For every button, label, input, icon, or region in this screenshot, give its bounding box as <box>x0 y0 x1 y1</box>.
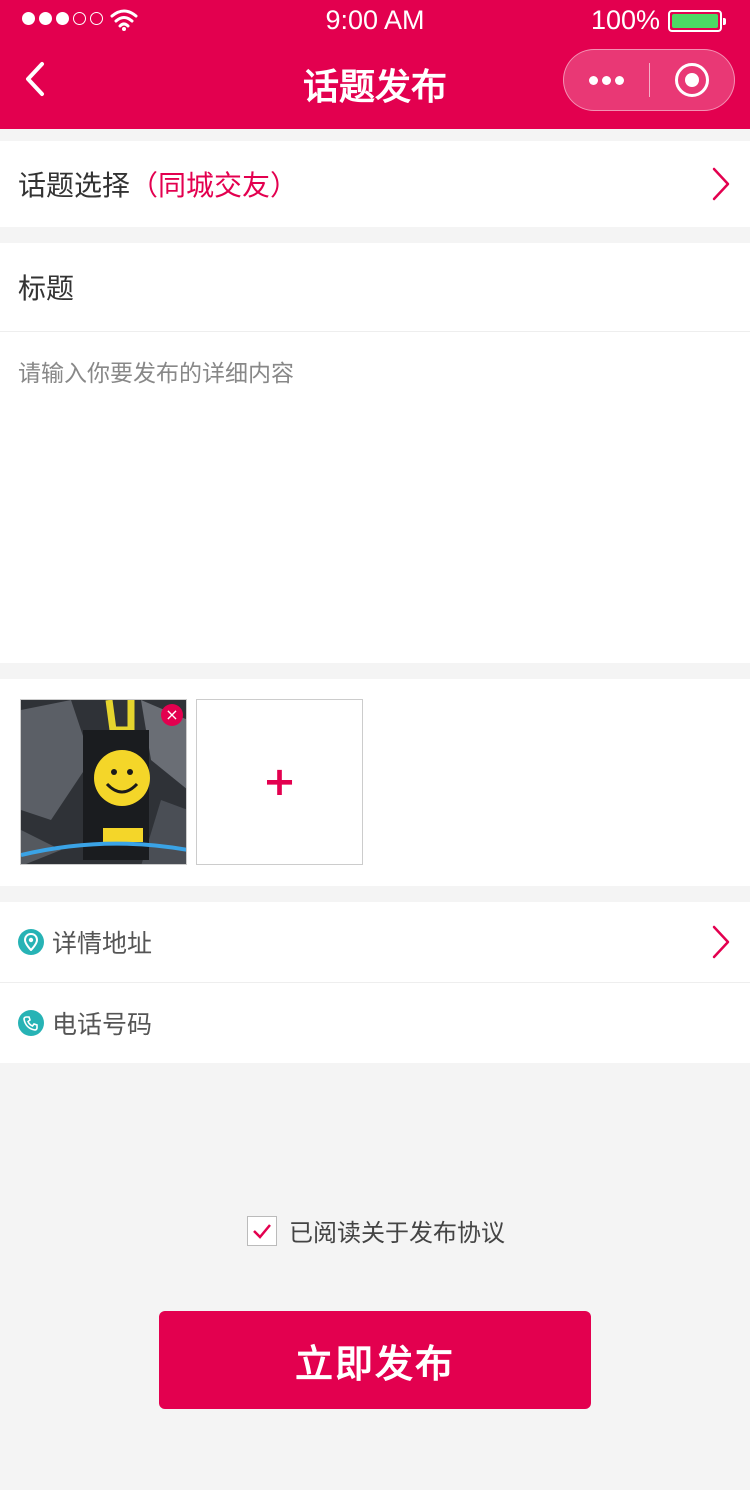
add-photo-button[interactable]: + <box>196 699 363 865</box>
battery-level <box>672 14 718 28</box>
status-bar: 9:00 AM 100% <box>0 0 750 40</box>
address-label: 详情地址 <box>52 929 153 958</box>
agreement-row: 已阅读关于发布协议 <box>247 1213 505 1248</box>
checkmark-icon <box>253 1223 271 1239</box>
photo-upload-card: + <box>0 679 750 886</box>
selected-topic: （同城交友） <box>130 169 299 202</box>
remove-photo-icon[interactable]: × <box>161 704 183 726</box>
chevron-right-icon <box>712 925 730 959</box>
close-mini-program-icon[interactable] <box>650 50 734 110</box>
content-textarea[interactable]: 请输入你要发布的详细内容 <box>0 332 750 410</box>
chevron-right-icon <box>712 167 730 201</box>
contact-info-card: 详情地址 电话号码 <box>0 902 750 1063</box>
topic-label: 话题选择 <box>18 169 131 202</box>
uploaded-photo-thumbnail[interactable] <box>20 699 187 865</box>
address-row[interactable]: 详情地址 <box>0 902 750 982</box>
phone-row[interactable]: 电话号码 <box>0 982 750 1062</box>
jacket-photo-image <box>21 700 186 864</box>
phone-label: 电话号码 <box>52 1009 153 1039</box>
phone-icon <box>18 1009 44 1036</box>
topic-select-row[interactable]: 话题选择 （同城交友） <box>0 141 750 227</box>
agreement-text[interactable]: 已阅读关于发布协议 <box>289 1213 505 1248</box>
location-pin-icon <box>18 929 44 955</box>
battery-percentage: 100% <box>590 5 660 35</box>
more-icon[interactable] <box>564 50 649 110</box>
mini-program-capsule <box>563 49 735 111</box>
header: 9:00 AM 100% 话题发布 <box>0 0 750 129</box>
publish-button[interactable]: 立即发布 <box>159 1311 591 1409</box>
post-content-card: 标题 请输入你要发布的详细内容 <box>0 243 750 663</box>
add-photo-icon: + <box>262 759 297 805</box>
title-input[interactable]: 标题 <box>0 243 750 332</box>
battery-icon <box>668 10 726 32</box>
agreement-checkbox[interactable] <box>247 1215 277 1246</box>
